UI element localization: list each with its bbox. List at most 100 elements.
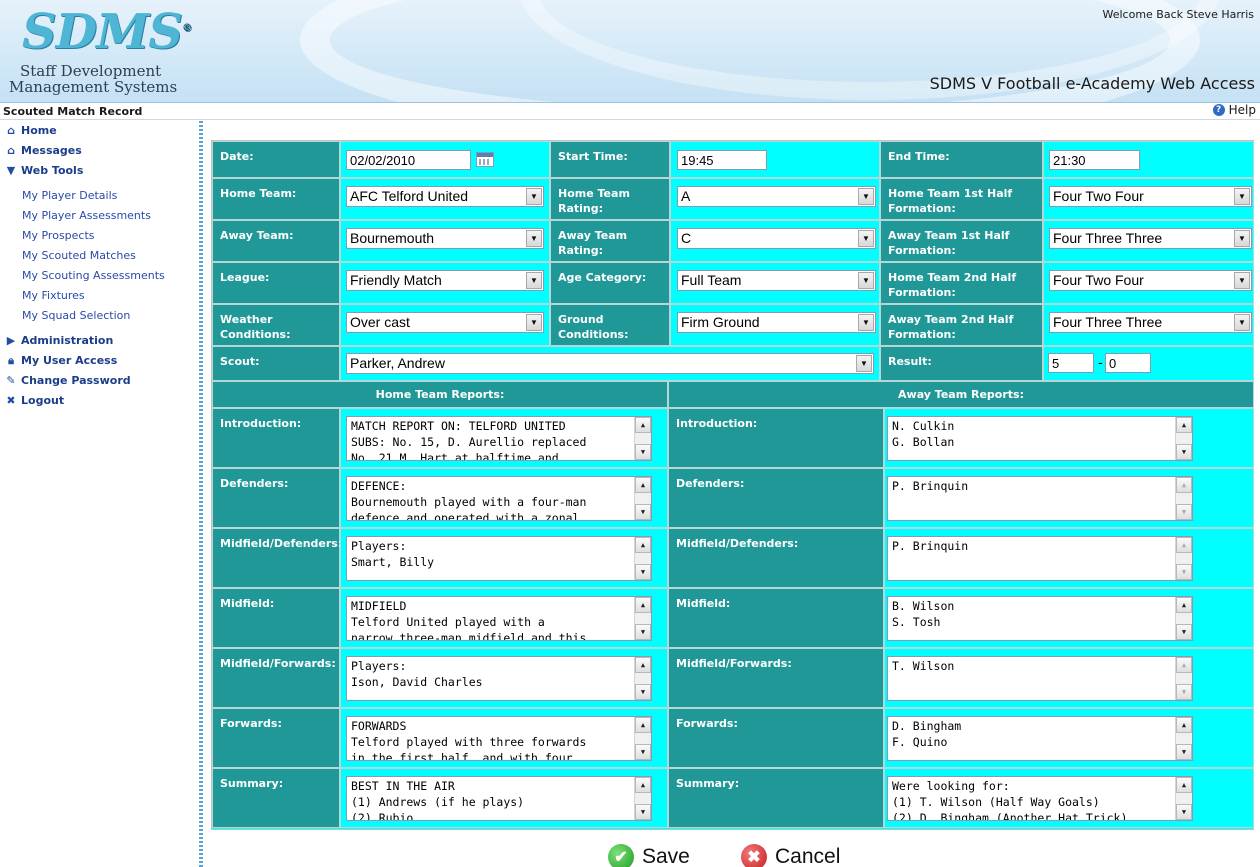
- date-input[interactable]: 02/02/2010: [346, 150, 471, 170]
- result-away-input[interactable]: 0: [1105, 353, 1151, 373]
- home-midfield-textarea[interactable]: MIDFIELD Telford United played with a na…: [346, 596, 652, 641]
- sidebar-item-my-scouting-assessments[interactable]: My Scouting Assessments: [22, 269, 165, 282]
- scrollbar[interactable]: ▲ ▼: [634, 477, 651, 520]
- nav-logout[interactable]: ✖ Logout: [5, 394, 64, 407]
- away-summary-textarea[interactable]: Were looking for: (1) T. Wilson (Half Wa…: [887, 776, 1193, 821]
- scroll-down-icon[interactable]: ▼: [1176, 624, 1192, 640]
- nav-change-password[interactable]: ✎ Change Password: [5, 374, 130, 387]
- scroll-up-icon[interactable]: ▲: [1176, 657, 1192, 673]
- scroll-down-icon[interactable]: ▼: [1176, 744, 1192, 760]
- scrollbar[interactable]: ▲ ▼: [634, 537, 651, 580]
- calendar-icon[interactable]: [476, 152, 494, 167]
- home-midfield-forwards-textarea[interactable]: Players: Ison, David Charles ▲ ▼: [346, 656, 652, 701]
- result-home-input[interactable]: 5: [1048, 353, 1094, 373]
- scroll-up-icon[interactable]: ▲: [635, 717, 651, 733]
- scroll-up-icon[interactable]: ▲: [1176, 777, 1192, 793]
- home-forwards-textarea[interactable]: FORWARDS Telford played with three forwa…: [346, 716, 652, 761]
- scroll-up-icon[interactable]: ▲: [635, 657, 651, 673]
- scrollbar[interactable]: ▲ ▼: [1175, 597, 1192, 640]
- away-forwards-textarea[interactable]: D. Bingham F. Quino ▲ ▼: [887, 716, 1193, 761]
- home-team-select[interactable]: AFC Telford United ▼: [346, 186, 544, 207]
- nav-web-tools[interactable]: ▼ Web Tools: [5, 164, 84, 177]
- scrollbar[interactable]: ▲ ▼: [634, 417, 651, 460]
- scroll-down-icon[interactable]: ▼: [635, 504, 651, 520]
- weather-select[interactable]: Over cast ▼: [346, 312, 544, 333]
- sidebar-item-my-fixtures[interactable]: My Fixtures: [22, 289, 85, 302]
- scroll-up-icon[interactable]: ▲: [1176, 717, 1192, 733]
- scroll-down-icon[interactable]: ▼: [635, 444, 651, 460]
- away-introduction-textarea[interactable]: N. Culkin G. Bollan ▲ ▼: [887, 416, 1193, 461]
- scroll-down-icon[interactable]: ▼: [635, 564, 651, 580]
- away-2h-formation-value: Four Three Three: [1053, 314, 1163, 330]
- scrollbar[interactable]: ▲ ▼: [1175, 657, 1192, 700]
- scroll-down-icon[interactable]: ▼: [1176, 504, 1192, 520]
- scrollbar[interactable]: ▲ ▼: [1175, 717, 1192, 760]
- scroll-down-icon[interactable]: ▼: [1176, 444, 1192, 460]
- scroll-up-icon[interactable]: ▲: [635, 597, 651, 613]
- end-time-input[interactable]: 21:30: [1049, 150, 1140, 170]
- home-2h-label-line2: Formation:: [888, 286, 956, 299]
- close-icon: ✖: [741, 844, 767, 867]
- scrollbar[interactable]: ▲ ▼: [634, 597, 651, 640]
- scroll-down-icon[interactable]: ▼: [635, 804, 651, 820]
- nav-administration[interactable]: ▶ Administration: [5, 334, 114, 347]
- scroll-up-icon[interactable]: ▲: [635, 477, 651, 493]
- home-rating-select[interactable]: A ▼: [677, 186, 876, 207]
- scroll-down-icon[interactable]: ▼: [635, 744, 651, 760]
- scroll-up-icon[interactable]: ▲: [1176, 417, 1192, 433]
- scrollbar[interactable]: ▲ ▼: [634, 777, 651, 820]
- scrollbar[interactable]: ▲ ▼: [634, 657, 651, 700]
- scrollbar[interactable]: ▲ ▼: [1175, 777, 1192, 820]
- home-defenders-textarea[interactable]: DEFENCE: Bournemouth played with a four-…: [346, 476, 652, 521]
- away-rating-select[interactable]: C ▼: [677, 228, 876, 249]
- away-1h-formation-select[interactable]: Four Three Three ▼: [1049, 228, 1252, 249]
- home-rating-label: Home Team Rating:: [550, 178, 670, 220]
- help-link[interactable]: ? Help: [1212, 103, 1256, 117]
- scrollbar[interactable]: ▲ ▼: [1175, 477, 1192, 520]
- away-midfield-defenders-textarea[interactable]: P. Brinquin ▲ ▼: [887, 536, 1193, 581]
- scroll-down-icon[interactable]: ▼: [1176, 564, 1192, 580]
- sidebar-item-my-squad-selection[interactable]: My Squad Selection: [22, 309, 130, 322]
- away-2h-formation-select[interactable]: Four Three Three ▼: [1049, 312, 1252, 333]
- away-defenders-textarea[interactable]: P. Brinquin ▲ ▼: [887, 476, 1193, 521]
- home-report-cell: Players: Smart, Billy ▲ ▼: [340, 528, 668, 588]
- start-time-input[interactable]: 19:45: [677, 150, 767, 170]
- home-summary-textarea[interactable]: BEST IN THE AIR (1) Andrews (if he plays…: [346, 776, 652, 821]
- cancel-button[interactable]: ✖ Cancel: [741, 844, 840, 867]
- scroll-down-icon[interactable]: ▼: [1176, 684, 1192, 700]
- scroll-up-icon[interactable]: ▲: [635, 417, 651, 433]
- scrollbar[interactable]: ▲ ▼: [1175, 417, 1192, 460]
- away-midfield-textarea[interactable]: B. Wilson S. Tosh ▲ ▼: [887, 596, 1193, 641]
- age-category-value: Full Team: [681, 272, 742, 288]
- home-1h-formation-select[interactable]: Four Two Four ▼: [1049, 186, 1252, 207]
- league-select[interactable]: Friendly Match ▼: [346, 270, 544, 291]
- scroll-up-icon[interactable]: ▲: [635, 537, 651, 553]
- scroll-down-icon[interactable]: ▼: [635, 624, 651, 640]
- scroll-up-icon[interactable]: ▲: [1176, 537, 1192, 553]
- away-midfield-forwards-textarea[interactable]: T. Wilson ▲ ▼: [887, 656, 1193, 701]
- nav-my-user-access[interactable]: 🔒︎ My User Access: [5, 354, 117, 368]
- sidebar-item-my-player-details[interactable]: My Player Details: [22, 189, 117, 202]
- home-report-cell: MIDFIELD Telford United played with a na…: [340, 588, 668, 648]
- nav-messages[interactable]: ⌂ Messages: [5, 144, 82, 157]
- scroll-up-icon[interactable]: ▲: [1176, 477, 1192, 493]
- home-introduction-textarea[interactable]: MATCH REPORT ON: TELFORD UNITED SUBS: No…: [346, 416, 652, 461]
- scrollbar[interactable]: ▲ ▼: [634, 717, 651, 760]
- scrollbar[interactable]: ▲ ▼: [1175, 537, 1192, 580]
- home-midfield-defenders-textarea[interactable]: Players: Smart, Billy ▲ ▼: [346, 536, 652, 581]
- away-team-select[interactable]: Bournemouth ▼: [346, 228, 544, 249]
- sidebar-item-my-player-assessments[interactable]: My Player Assessments: [22, 209, 151, 222]
- nav-home[interactable]: ⌂ Home: [5, 124, 57, 137]
- save-button[interactable]: ✔ Save: [608, 844, 690, 867]
- sidebar-item-my-scouted-matches[interactable]: My Scouted Matches: [22, 249, 136, 262]
- scroll-up-icon[interactable]: ▲: [635, 777, 651, 793]
- scroll-down-icon[interactable]: ▼: [635, 684, 651, 700]
- scroll-down-icon[interactable]: ▼: [1176, 804, 1192, 820]
- sidebar-item-my-prospects[interactable]: My Prospects: [22, 229, 95, 242]
- nav-messages-label: Messages: [21, 144, 82, 157]
- scout-select[interactable]: Parker, Andrew ▼: [346, 353, 874, 374]
- ground-select[interactable]: Firm Ground ▼: [677, 312, 876, 333]
- scroll-up-icon[interactable]: ▲: [1176, 597, 1192, 613]
- home-2h-formation-select[interactable]: Four Two Four ▼: [1049, 270, 1252, 291]
- age-category-select[interactable]: Full Team ▼: [677, 270, 876, 291]
